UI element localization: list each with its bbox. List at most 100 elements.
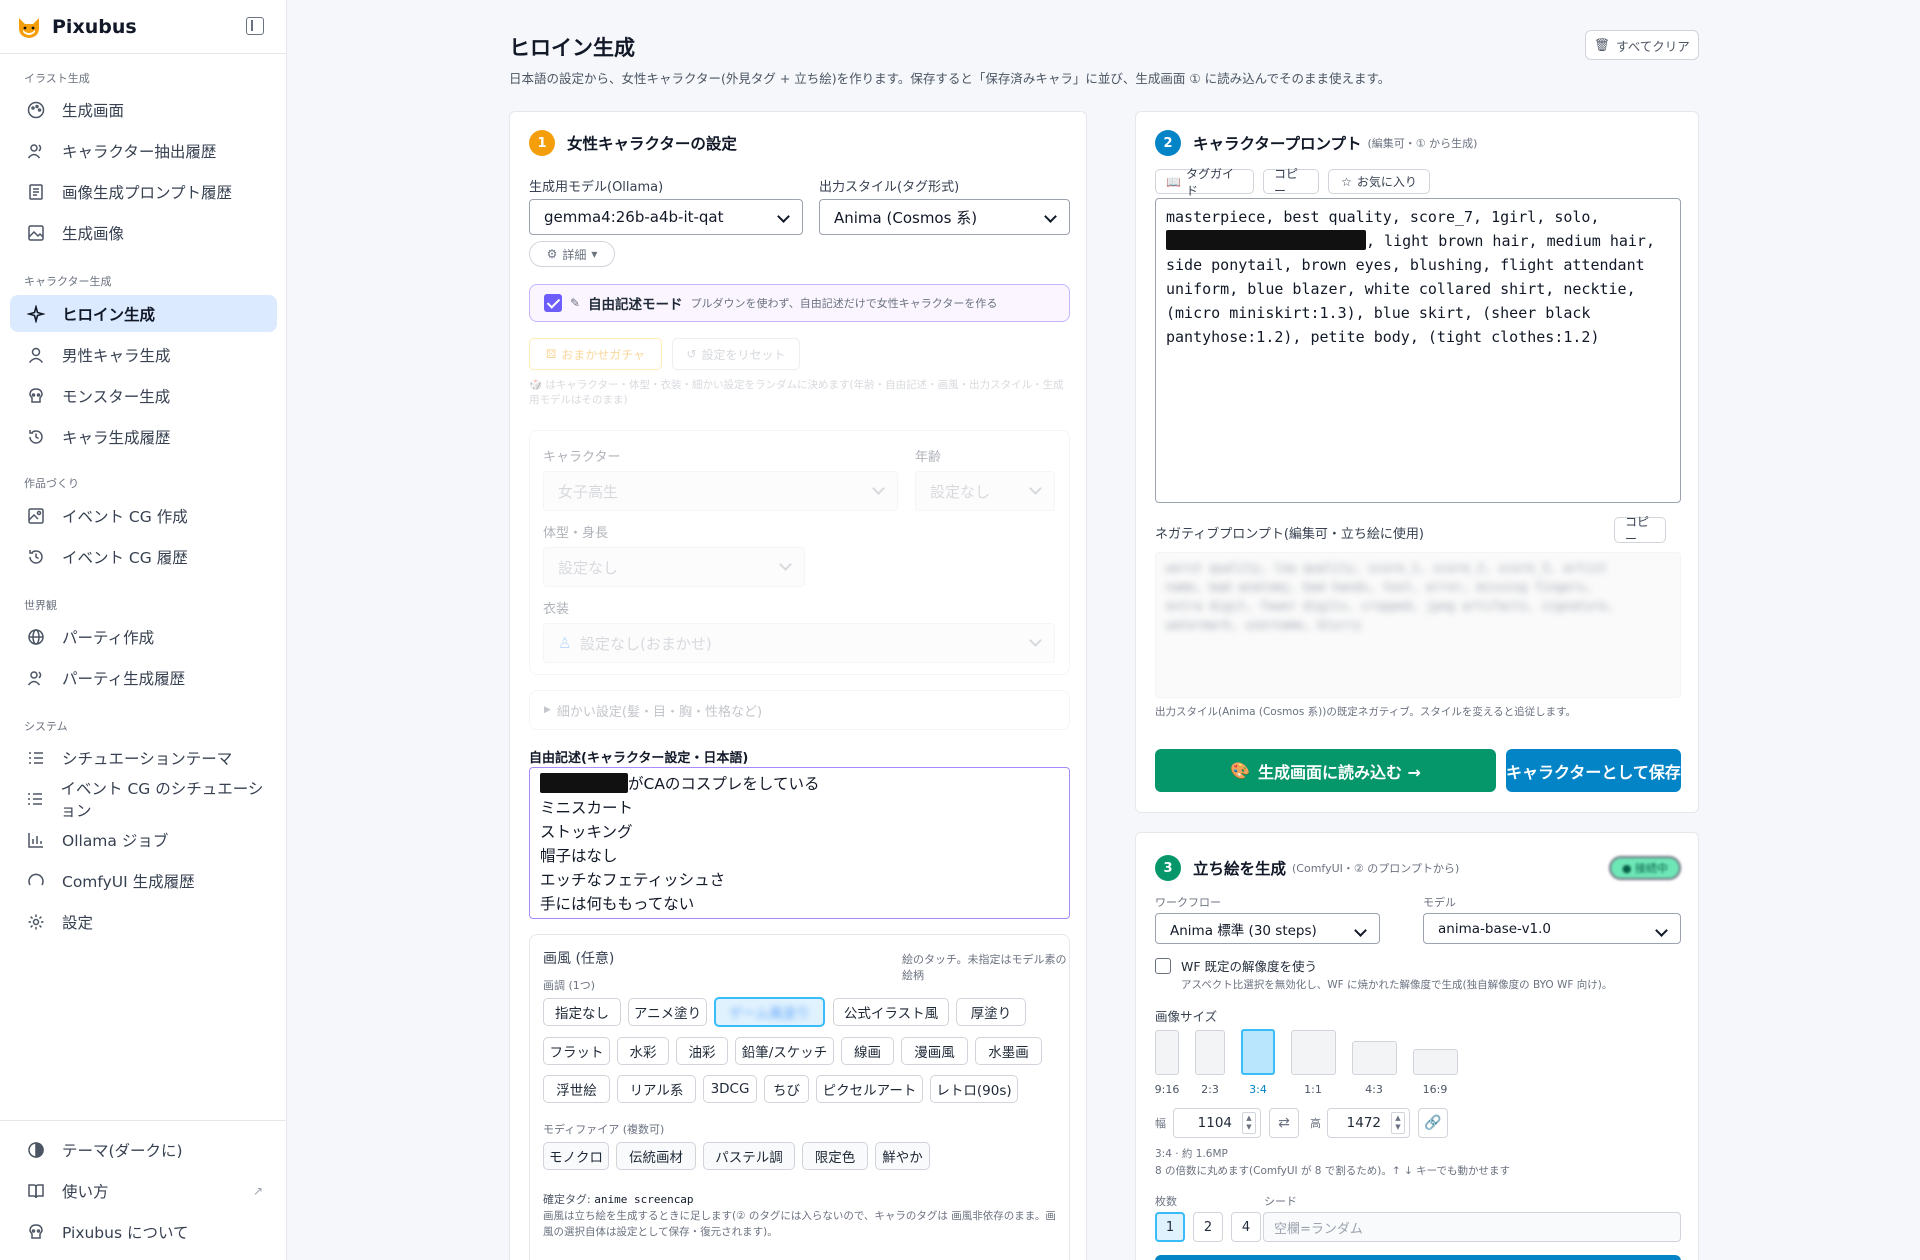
- generate-button[interactable]: [1155, 1255, 1681, 1260]
- ollama-model-select[interactable]: gemma4:26b-a4b-it-qat: [529, 199, 803, 235]
- sidebar-item-extract-history[interactable]: キャラクター抽出履歴: [10, 132, 277, 169]
- wf-resolution-checkbox[interactable]: [1155, 957, 1171, 974]
- ratio-4-3[interactable]: [1352, 1041, 1397, 1075]
- load-to-generate-button[interactable]: 🎨 生成画面に読み込む →: [1155, 749, 1496, 792]
- sidebar-item-monster[interactable]: モンスター生成: [10, 377, 277, 414]
- star-icon: ☆: [1341, 174, 1352, 189]
- count-button-selected[interactable]: 1: [1155, 1212, 1185, 1242]
- gacha-button[interactable]: ⚄ おまかせガチャ: [529, 338, 662, 370]
- character-settings-card: 1 女性キャラクターの設定 生成用モデル(Ollama) gemma4:26b-a…: [509, 111, 1087, 1260]
- sidebar-item-ollama-jobs[interactable]: Ollama ジョブ: [10, 821, 277, 858]
- tone-chip[interactable]: リアル系: [617, 1075, 696, 1103]
- sidebar-item-comfyui-history[interactable]: ComfyUI 生成履歴: [10, 862, 277, 899]
- spinner-icon[interactable]: ▲ ▼: [1242, 1112, 1256, 1134]
- favorites-button[interactable]: ☆ お気に入り: [1328, 169, 1430, 194]
- spinner-icon[interactable]: ▲ ▼: [1391, 1112, 1405, 1134]
- width-input[interactable]: 1104 ▲ ▼: [1173, 1108, 1261, 1138]
- ratio-2-3[interactable]: [1195, 1030, 1225, 1075]
- sidebar-item-event-cg[interactable]: イベント CG 作成: [10, 497, 277, 534]
- tag-guide-button[interactable]: 📖 タグガイド: [1155, 167, 1254, 198]
- sidebar-item-situation-theme[interactable]: シチュエーションテーマ: [10, 739, 277, 776]
- tone-chip[interactable]: 水墨画: [975, 1037, 1042, 1065]
- free-text-area[interactable]: がCAのコスプレをしている ミニスカート ストッキング 帽子はなし エッチなフェティッシ…: [529, 767, 1070, 919]
- sidebar-item-theme[interactable]: テーマ(ダークに): [10, 1131, 277, 1168]
- sidebar-item-label: 設定: [62, 913, 94, 932]
- app-logo[interactable]: Pixubus: [16, 14, 137, 40]
- tone-chip[interactable]: 線画: [841, 1037, 894, 1065]
- sidebar-item-prompt-history[interactable]: 画像生成プロンプト履歴: [10, 173, 277, 210]
- swap-dimensions-icon[interactable]: ⇄: [1269, 1108, 1299, 1138]
- tone-chip[interactable]: 鉛筆/スケッチ: [735, 1037, 834, 1065]
- count-button[interactable]: 4: [1231, 1212, 1261, 1242]
- reset-button[interactable]: ↺ 設定をリセット: [672, 338, 800, 370]
- output-style-select[interactable]: Anima (Cosmos 系): [819, 199, 1070, 235]
- sidebar-item-char-history[interactable]: キャラ生成履歴: [10, 418, 277, 455]
- sidebar-item-guide[interactable]: 使い方 ↗: [10, 1172, 277, 1209]
- sidebar-item-about[interactable]: Pixubus について: [10, 1213, 277, 1250]
- tone-chip[interactable]: 3DCG: [703, 1075, 757, 1103]
- users-icon: [26, 668, 46, 688]
- age-input[interactable]: 設定なし: [915, 471, 1055, 511]
- tone-chip[interactable]: ピクセルアート: [816, 1075, 923, 1103]
- sidebar-item-event-cg-history[interactable]: イベント CG 履歴: [10, 538, 277, 575]
- outfit-select[interactable]: ♙ 設定なし(おまかせ): [543, 623, 1055, 663]
- height-input[interactable]: 1472 ▲ ▼: [1327, 1108, 1410, 1138]
- seed-input[interactable]: 空欄=ランダム: [1263, 1212, 1681, 1242]
- modifier-chip[interactable]: 伝統画材: [616, 1142, 696, 1170]
- tone-chip[interactable]: 油彩: [676, 1037, 728, 1065]
- modifier-chip[interactable]: モノクロ: [543, 1142, 609, 1170]
- ratio-1-1[interactable]: [1291, 1030, 1336, 1075]
- free-line: エッチなフェティッシュさ: [540, 871, 726, 889]
- modifier-chip[interactable]: 限定色: [802, 1142, 868, 1170]
- favorites-label: お気に入り: [1356, 175, 1417, 189]
- ratio-3-4[interactable]: [1241, 1029, 1275, 1075]
- wf-resolution-toggle[interactable]: WF 既定の解像度を使う: [1155, 956, 1317, 975]
- list-icon: [26, 789, 45, 809]
- details-button[interactable]: ⚙ 詳細 ▾: [529, 241, 615, 267]
- copy-prompt-button[interactable]: コピー: [1263, 167, 1319, 198]
- sidebar-item-heroine[interactable]: ヒロイン生成: [10, 295, 277, 332]
- tone-chip[interactable]: 浮世絵: [543, 1075, 610, 1103]
- sidebar-item-party[interactable]: パーティ作成: [10, 618, 277, 655]
- sidebar-item-label: パーティ作成: [62, 628, 155, 647]
- ratio-label: 9:16: [1154, 1083, 1180, 1096]
- ratio-9-16[interactable]: [1155, 1030, 1179, 1075]
- sidebar-item-generate[interactable]: 生成画面: [10, 91, 277, 128]
- sidebar-item-images[interactable]: 生成画像: [10, 214, 277, 251]
- freemode-toggle[interactable]: ✎ 自由記述モード プルダウンを使わず、自由記述だけで女性キャラクターを作る: [529, 284, 1070, 322]
- tone-chip-selected[interactable]: ゲーム風塗り: [714, 997, 825, 1027]
- sidebar-item-settings[interactable]: 設定: [10, 903, 277, 940]
- redacted-block: [1166, 230, 1366, 250]
- copy-negative-button[interactable]: コピー: [1614, 515, 1666, 546]
- sidebar-item-male[interactable]: 男性キャラ生成: [10, 336, 277, 373]
- freemode-checkbox[interactable]: [544, 294, 562, 312]
- tone-chip[interactable]: ちび: [764, 1075, 809, 1103]
- tone-chip[interactable]: アニメ塗り: [628, 998, 707, 1026]
- count-button[interactable]: 2: [1193, 1212, 1223, 1242]
- tone-chip[interactable]: 厚塗り: [956, 998, 1026, 1026]
- tone-chip[interactable]: 水彩: [617, 1037, 669, 1065]
- gacha-note: 🎲 はキャラクター・体型・衣装・細かい設定をランダムに決めます(年齢・自由記述・…: [529, 379, 1064, 406]
- negative-prompt-textarea[interactable]: worst quality, low quality, score_1, sco…: [1155, 552, 1681, 698]
- sidebar-item-party-history[interactable]: パーティ生成履歴: [10, 659, 277, 696]
- gacha-label: おまかせガチャ: [561, 347, 646, 362]
- tone-chip[interactable]: 公式イラスト風: [833, 998, 949, 1026]
- tone-chip[interactable]: 漫画風: [901, 1037, 968, 1065]
- fine-settings-toggle[interactable]: ▶ 細かい設定(髪・目・胸・性格など): [529, 690, 1070, 730]
- body-select[interactable]: 設定なし: [543, 547, 805, 587]
- comfy-model-select[interactable]: anima-base-v1.0: [1423, 913, 1681, 944]
- modifier-chip[interactable]: パステル調: [703, 1142, 795, 1170]
- tone-chip[interactable]: フラット: [543, 1037, 610, 1065]
- tone-chip[interactable]: 指定なし: [543, 998, 621, 1026]
- sidebar-item-event-situation[interactable]: イベント CG のシチュエーション: [10, 780, 277, 820]
- modifier-chip[interactable]: 鮮やか: [875, 1142, 930, 1170]
- save-character-button[interactable]: キャラクターとして保存: [1506, 749, 1681, 792]
- clear-all-button[interactable]: 🗑 すべてクリア: [1585, 30, 1699, 60]
- sidebar-collapse-icon[interactable]: [246, 17, 264, 35]
- workflow-select[interactable]: Anima 標準 (30 steps): [1155, 913, 1380, 944]
- link-ratio-icon[interactable]: 🔗: [1418, 1108, 1448, 1138]
- character-select[interactable]: 女子高生: [543, 471, 898, 511]
- ratio-16-9[interactable]: [1413, 1049, 1458, 1075]
- tone-chip[interactable]: レトロ(90s): [930, 1075, 1018, 1103]
- character-prompt-textarea[interactable]: masterpiece, best quality, score_7, 1gir…: [1155, 198, 1681, 503]
